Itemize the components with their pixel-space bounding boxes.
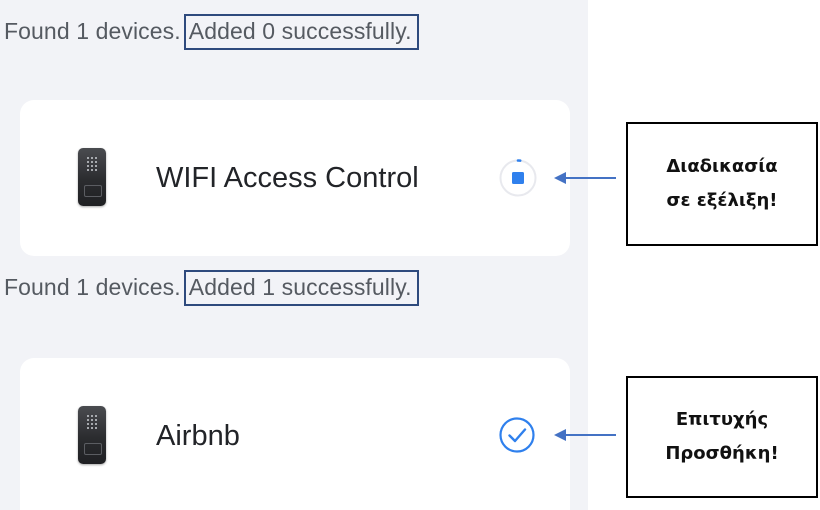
device-name: Airbnb [156,420,240,452]
access-control-device-icon [78,406,106,464]
callout-line: σε εξέλιξη! [666,190,778,211]
status-found-text: Found 1 devices. [4,274,181,300]
device-card-wifi-access-control[interactable]: WIFI Access Control [20,100,570,256]
status-added-highlight: Added 0 successfully. [183,14,419,50]
arrow-left-icon [554,429,616,441]
device-name: WIFI Access Control [156,162,419,194]
callout-line: Προσθήκη! [665,443,779,464]
device-list-panel: Found 1 devices. Added 0 successfully. WI… [0,0,588,510]
status-added-highlight: Added 1 successfully. [183,270,419,306]
status-line-in-progress: Found 1 devices. Added 0 successfully. [4,14,419,50]
status-line-success: Found 1 devices. Added 1 successfully. [4,270,419,306]
access-control-device-icon [78,148,106,206]
callout-line: Διαδικασία [666,156,778,177]
stop-progress-icon[interactable] [498,158,538,198]
callout-in-progress: Διαδικασία σε εξέλιξη! [626,122,818,246]
device-card-airbnb[interactable]: Airbnb [20,358,570,510]
status-found-text: Found 1 devices. [4,18,181,44]
check-circle-icon [499,417,535,453]
arrow-left-icon [554,172,616,184]
callout-success: Επιτυχής Προσθήκη! [626,376,818,498]
callout-line: Επιτυχής [675,409,769,430]
